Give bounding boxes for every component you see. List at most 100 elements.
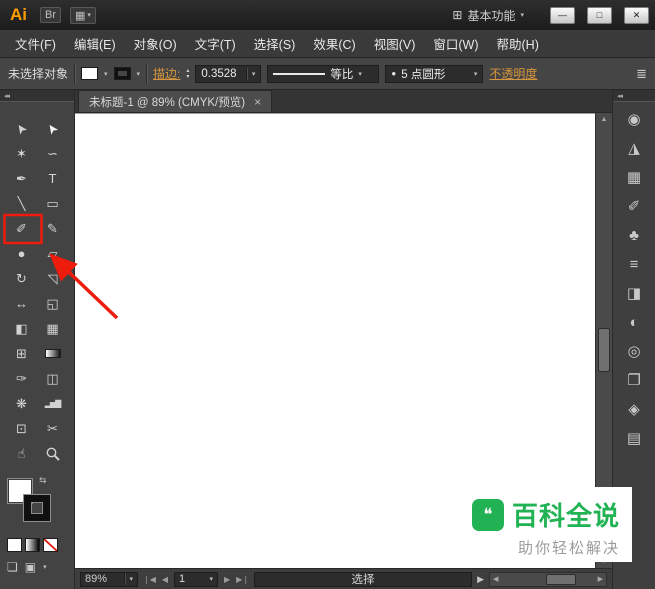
horizontal-scrollbar-thumb[interactable]	[546, 573, 576, 585]
none-button[interactable]	[43, 538, 58, 552]
mesh-tool[interactable]: ⊞	[6, 341, 37, 366]
workspace-switcher[interactable]: ⊞ 基本功能 ▾	[452, 7, 524, 24]
shape-builder-tool[interactable]: ◧	[6, 316, 37, 341]
transparency-panel-icon[interactable]: ◐	[629, 315, 638, 331]
screen-mode-icon[interactable]: ▣	[25, 560, 36, 574]
perspective-grid-tool[interactable]: ▦	[37, 316, 68, 341]
opacity-panel-link[interactable]: 不透明度	[489, 65, 537, 82]
bridge-button[interactable]: Br	[40, 7, 61, 23]
menu-object[interactable]: 对象(O)	[125, 29, 186, 58]
gradient-panel-icon[interactable]: ◨	[627, 286, 641, 302]
blend-tool[interactable]: ◫	[37, 366, 68, 391]
arrange-documents-button[interactable]: ▦ ▾	[70, 6, 96, 24]
menu-edit[interactable]: 编辑(E)	[65, 29, 125, 58]
next-artboard-icon[interactable]: ▶	[224, 575, 230, 584]
rotate-tool[interactable]: ↻	[6, 266, 37, 291]
expand-dock-icon[interactable]: ◂◂	[613, 90, 655, 102]
chevron-down-icon[interactable]: ▾	[43, 563, 47, 571]
artboard-number-dropdown[interactable]: 1 ▾	[174, 571, 219, 587]
collapse-tools-panel-icon[interactable]: ◂◂	[0, 90, 74, 102]
horizontal-scrollbar[interactable]: ◀ ▶	[489, 571, 607, 587]
profile-name: 等比	[330, 68, 354, 81]
color-guide-panel-icon[interactable]: ◮	[628, 141, 640, 157]
graphic-styles-panel-icon[interactable]: ❐	[627, 373, 640, 389]
column-graph-tool[interactable]: ▂▅▇	[37, 391, 68, 416]
swatches-panel-icon[interactable]: ▦	[627, 170, 641, 186]
rectangle-tool[interactable]: ▭	[37, 191, 68, 216]
document-tab[interactable]: 未标题-1 @ 89% (CMYK/预览) ×	[78, 90, 273, 112]
vertical-scrollbar-thumb[interactable]	[598, 328, 610, 372]
slice-tool[interactable]: ✂	[37, 416, 68, 441]
stroke-color-indicator[interactable]	[24, 495, 50, 521]
magic-wand-tool[interactable]: ✶	[6, 141, 37, 166]
menu-help[interactable]: 帮助(H)	[488, 29, 548, 58]
width-tool[interactable]: ↔	[6, 291, 37, 316]
stroke-color-swatch[interactable]	[113, 67, 131, 80]
zoom-tool[interactable]	[37, 441, 68, 466]
artboards-panel-icon[interactable]: ▤	[627, 431, 641, 447]
gradient-button[interactable]	[25, 538, 40, 552]
scale-tool[interactable]: ◹	[37, 266, 68, 291]
fill-color-swatch[interactable]	[81, 67, 99, 80]
layers-panel-icon[interactable]: ◈	[628, 402, 640, 418]
eraser-tool[interactable]: ▱	[37, 241, 68, 266]
artboard-number: 1	[179, 573, 186, 585]
type-tool[interactable]: T	[37, 166, 68, 191]
selection-tool[interactable]: ➤	[6, 116, 37, 141]
document-tab-title: 未标题-1 @ 89% (CMYK/预览)	[89, 96, 246, 109]
status-readout[interactable]: 选择	[254, 571, 473, 587]
chevron-down-icon[interactable]: ▾	[358, 70, 362, 78]
blob-brush-tool[interactable]: ●	[6, 241, 37, 266]
stroke-weight-field[interactable]: 0.3528 ▾	[195, 64, 262, 83]
chevron-down-icon[interactable]: ▾	[129, 575, 133, 583]
zoom-level-dropdown[interactable]: 89% ▾	[80, 571, 138, 587]
menu-file[interactable]: 文件(F)	[6, 29, 65, 58]
pen-tool[interactable]: ✒	[6, 166, 37, 191]
scroll-right-icon[interactable]: ▶	[598, 575, 603, 583]
stepper-down-icon[interactable]: ▾	[186, 74, 189, 80]
symbols-panel-icon[interactable]: ♣	[629, 228, 639, 244]
lasso-tool[interactable]: ∽	[37, 141, 68, 166]
width-profile-dropdown[interactable]: 等比 ▾	[267, 64, 380, 83]
previous-artboard-icon[interactable]: ◀	[162, 575, 168, 584]
scroll-left-icon[interactable]: ◀	[493, 575, 498, 583]
line-segment-tool[interactable]: ╲	[6, 191, 37, 216]
gradient-tool[interactable]	[37, 341, 68, 366]
chevron-down-icon[interactable]: ▾	[474, 70, 478, 78]
brush-definition-dropdown[interactable]: ● 5 点圆形 ▾	[385, 64, 484, 83]
stroke-panel-link[interactable]: 描边:	[153, 65, 180, 82]
stroke-panel-icon[interactable]: ≡	[630, 257, 639, 273]
brushes-panel-icon[interactable]: ✐	[628, 199, 641, 215]
chevron-down-icon[interactable]: ▾	[252, 70, 256, 78]
pencil-tool[interactable]: ✎	[37, 216, 68, 241]
chevron-down-icon[interactable]: ▾	[137, 70, 141, 78]
stroke-weight-stepper[interactable]: ▴ ▾	[186, 68, 189, 80]
appearance-panel-icon[interactable]: ◎	[627, 344, 640, 360]
control-panel-menu-icon[interactable]: ≣	[636, 66, 647, 82]
last-artboard-icon[interactable]: ▶❘	[236, 575, 249, 584]
symbol-sprayer-tool[interactable]: ❋	[6, 391, 37, 416]
hand-tool[interactable]: ☝	[6, 441, 37, 466]
tab-close-icon[interactable]: ×	[254, 95, 261, 109]
minimize-button[interactable]: —	[550, 6, 575, 24]
eyedropper-tool[interactable]: ✑	[6, 366, 37, 391]
free-transform-tool[interactable]: ◱	[37, 291, 68, 316]
menu-effect[interactable]: 效果(C)	[304, 29, 364, 58]
chevron-down-icon[interactable]: ▾	[104, 70, 108, 78]
close-button[interactable]: ✕	[624, 6, 649, 24]
swap-fill-stroke-icon[interactable]: ⇆	[39, 475, 47, 486]
first-artboard-icon[interactable]: ❘◀	[143, 575, 156, 584]
scroll-up-icon[interactable]: ▲	[596, 113, 612, 126]
color-panel-icon[interactable]: ◉	[627, 112, 640, 128]
paintbrush-tool[interactable]: ✐	[6, 216, 37, 241]
menu-type[interactable]: 文字(T)	[186, 29, 245, 58]
drawing-mode-icon[interactable]: ❏	[7, 560, 18, 574]
status-expand-icon[interactable]: ▶	[477, 574, 484, 585]
menu-select[interactable]: 选择(S)	[245, 29, 305, 58]
direct-selection-tool[interactable]: ➤	[37, 116, 68, 141]
maximize-button[interactable]: □	[587, 6, 612, 24]
menu-window[interactable]: 窗口(W)	[424, 29, 487, 58]
artboard-tool[interactable]: ⊡	[6, 416, 37, 441]
menu-view[interactable]: 视图(V)	[365, 29, 425, 58]
color-button[interactable]	[7, 538, 22, 552]
